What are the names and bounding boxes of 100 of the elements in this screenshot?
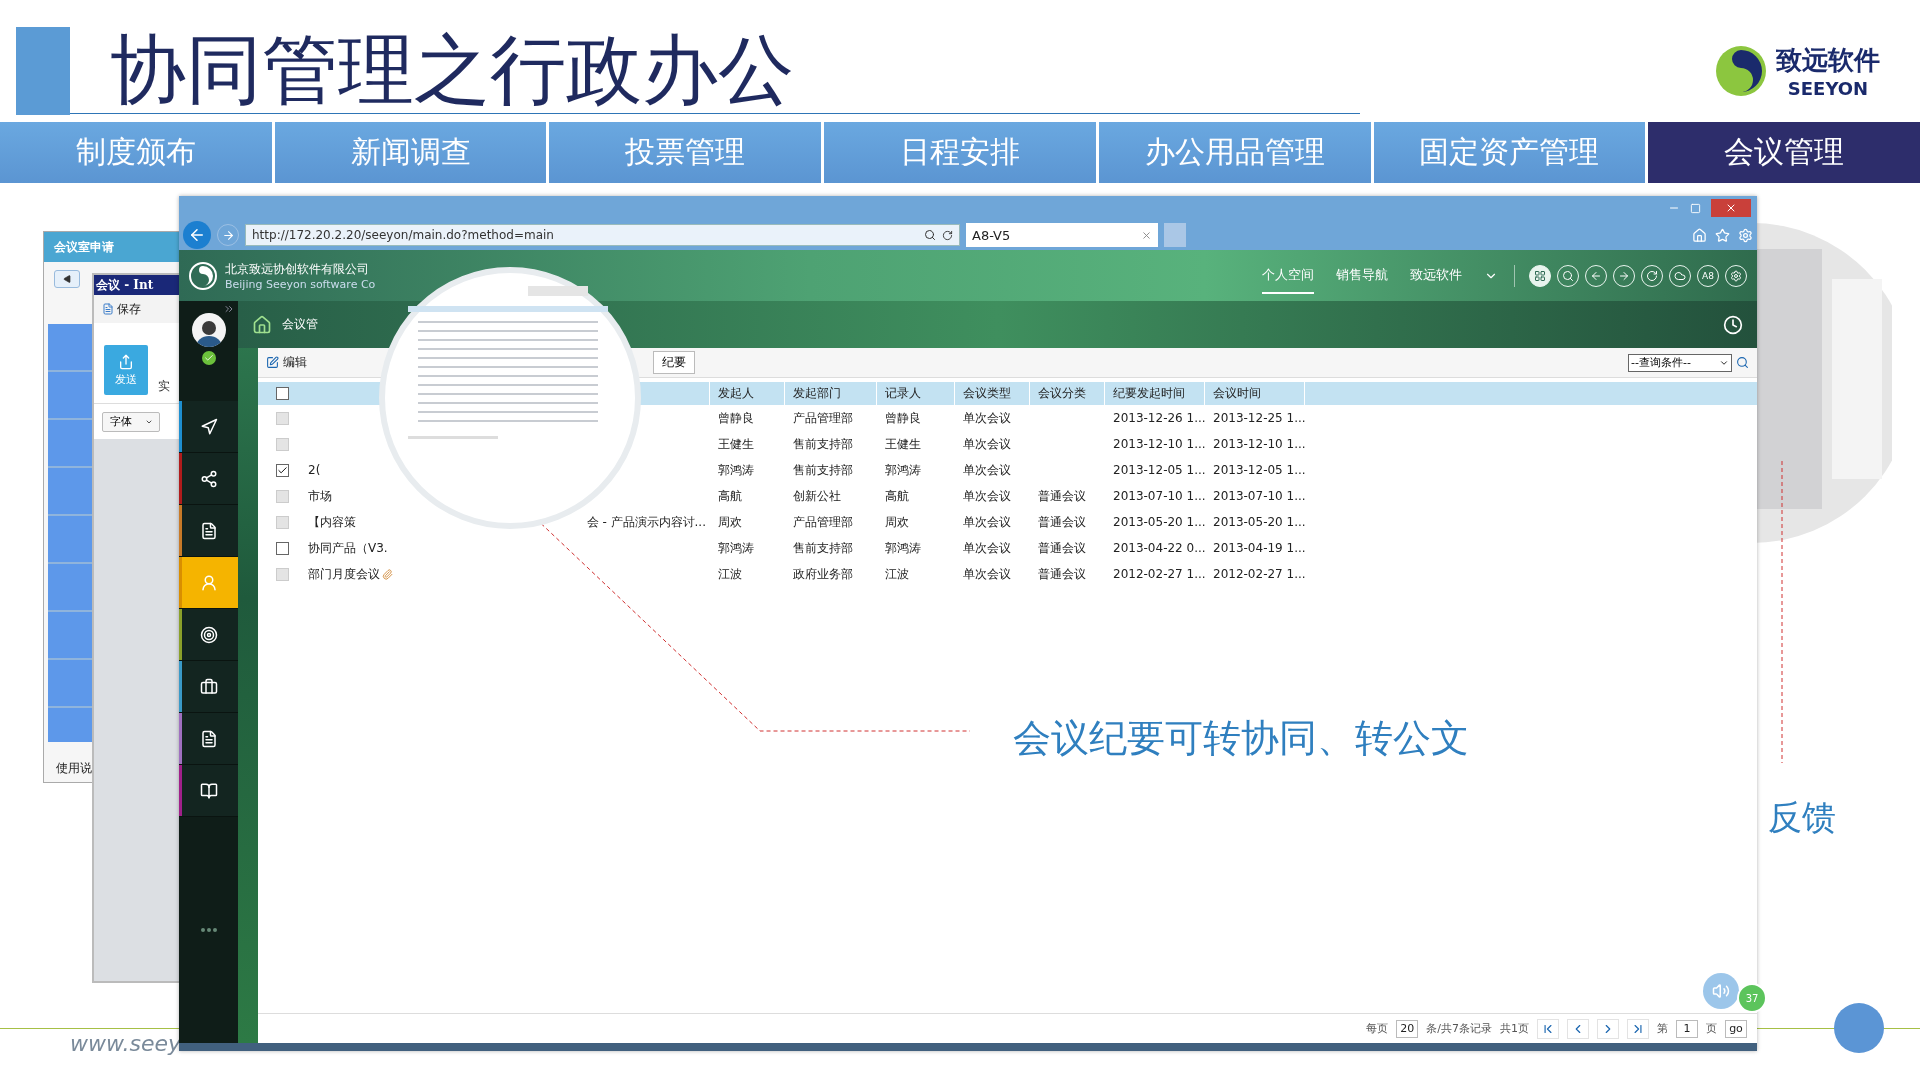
table-cell-text: 2013-12-10 1...: [1212, 437, 1305, 451]
target-icon: [199, 625, 218, 644]
table-cell-text: 政府业务部: [792, 565, 854, 583]
logo-name: 致远软件: [1776, 44, 1880, 77]
document-icon: [199, 521, 218, 540]
table-cell-text: 单次会议: [962, 435, 1012, 453]
settings-icon: [1730, 269, 1742, 282]
table-cell-text: 江波: [717, 565, 743, 583]
font-dropdown[interactable]: 字体: [102, 411, 160, 432]
table-cell-text: 售前支持部: [792, 435, 854, 453]
logo-icon: [189, 261, 217, 290]
table-cell-text: 2013-07-10 1...: [1212, 489, 1305, 503]
column-header[interactable]: 会议时间: [1205, 382, 1305, 405]
settings-icon[interactable]: [1738, 227, 1753, 243]
column-header[interactable]: 会议分类: [1030, 382, 1105, 405]
table-cell-text: 2013-12-10 1...: [1112, 437, 1205, 451]
table-cell-text: 单次会议: [962, 487, 1012, 505]
query-dropdown[interactable]: --查询条件--: [1628, 353, 1732, 372]
footer-url: www.seey: [70, 1031, 182, 1056]
browser-tab[interactable]: A8-V5: [966, 223, 1158, 247]
section-tab[interactable]: 会议管理: [1648, 122, 1920, 183]
table-cell-text: 2013-04-22 0...: [1112, 541, 1205, 555]
grid-button[interactable]: [1529, 264, 1551, 287]
edit-icon: [266, 356, 279, 369]
next-page-button[interactable]: [1597, 1018, 1619, 1039]
save-button[interactable]: 保存: [102, 300, 141, 318]
table-cell-text: 售前支持部: [792, 461, 854, 479]
table-cell-text: 单次会议: [962, 461, 1012, 479]
share-icon: [118, 353, 134, 370]
sidebar-item[interactable]: [179, 765, 238, 817]
last-page-button[interactable]: [1627, 1018, 1649, 1039]
edit-button[interactable]: 编辑: [266, 354, 307, 371]
address-field[interactable]: http://172.20.2.20/seeyon/main.do?method=main: [245, 224, 960, 246]
sidebar-item[interactable]: [179, 713, 238, 765]
star-icon[interactable]: [1715, 227, 1730, 243]
search-icon[interactable]: [924, 229, 936, 241]
minutes-button[interactable]: 纪要: [653, 351, 695, 374]
meeting-title[interactable]: 2(: [308, 463, 321, 477]
company-name: 北京致远协创软件有限公司: [225, 260, 370, 278]
person-icon: [199, 573, 218, 592]
page-number-field[interactable]: 1: [1676, 1019, 1698, 1038]
table-cell-text: 售前支持部: [792, 539, 854, 557]
share-icon: [199, 469, 218, 488]
table-cell-text: 曾静良: [717, 409, 755, 427]
table-cell-text: 2013-12-26 1...: [1112, 411, 1205, 425]
table-cell-text: 周欢: [717, 513, 743, 531]
table-cell-text: 高航: [717, 487, 743, 505]
column-header[interactable]: 发起部门: [785, 382, 877, 405]
table-cell-text: 2013-12-05 1...: [1212, 463, 1305, 477]
search-icon[interactable]: [1736, 356, 1749, 369]
sidebar-item[interactable]: [179, 505, 238, 557]
table-cell-text: 江波: [884, 565, 910, 583]
document-icon: [199, 729, 218, 748]
table-cell-text: 郭鸿涛: [884, 461, 922, 479]
breadcrumb: 会议管: [282, 316, 318, 333]
row-checkbox[interactable]: [276, 541, 289, 555]
nav-tab[interactable]: 致远软件: [1410, 257, 1462, 294]
cloud-icon: [1674, 269, 1686, 282]
first-page-button[interactable]: [1537, 1018, 1559, 1039]
table-cell-text: 2013-12-05 1...: [1112, 463, 1205, 477]
sidebar-item[interactable]: [179, 609, 238, 661]
table-cell-text: 单次会议: [962, 565, 1012, 583]
sidebar-item[interactable]: [179, 401, 238, 453]
home-icon[interactable]: [1692, 227, 1707, 243]
close-icon[interactable]: [1141, 229, 1152, 241]
go-button[interactable]: go: [1725, 1019, 1747, 1038]
table-cell-text: 产品管理部: [792, 409, 854, 427]
maximize-icon[interactable]: [1690, 202, 1701, 214]
book-icon: [199, 781, 218, 800]
volume-icon: [1712, 982, 1730, 1000]
back-button[interactable]: [54, 270, 80, 288]
column-header[interactable]: 会议类型: [955, 382, 1030, 405]
table-cell-text: 普通会议: [1037, 513, 1087, 531]
sidebar-item[interactable]: [179, 661, 238, 713]
refresh-icon: [1646, 269, 1658, 282]
clock-icon[interactable]: [1723, 314, 1743, 335]
pager-label: 页: [1706, 1021, 1717, 1036]
table-cell-text: 王健生: [884, 435, 922, 453]
row-checkbox[interactable]: [276, 463, 289, 477]
table-cell-text: 2012-02-27 1...: [1112, 567, 1205, 581]
check-icon: [277, 464, 288, 476]
expand-icon[interactable]: [223, 303, 235, 315]
table-cell-text: 2013-12-25 1...: [1212, 411, 1305, 425]
table-cell-text: 郭鸿涛: [717, 539, 755, 557]
meeting-title[interactable]: 协同产品（V3.: [308, 539, 388, 557]
table-cell-text: 郭鸿涛: [884, 539, 922, 557]
sidebar-item[interactable]: [179, 453, 238, 505]
help-link[interactable]: 使用说: [56, 760, 92, 777]
refresh-icon[interactable]: [942, 229, 953, 241]
page-size-field[interactable]: 20: [1396, 1019, 1419, 1038]
select-all-checkbox[interactable]: [276, 387, 289, 400]
close-icon: [1725, 202, 1737, 214]
grid-icon: [1534, 269, 1546, 282]
column-header[interactable]: 纪要发起时间: [1105, 382, 1205, 405]
table-cell-text: 曾静良: [884, 409, 922, 427]
column-header[interactable]: 发起人: [710, 382, 785, 405]
search-icon: [1562, 269, 1574, 282]
home-icon[interactable]: [252, 314, 272, 335]
column-header[interactable]: 记录人: [877, 382, 955, 405]
previous-page-button[interactable]: [1567, 1018, 1589, 1039]
